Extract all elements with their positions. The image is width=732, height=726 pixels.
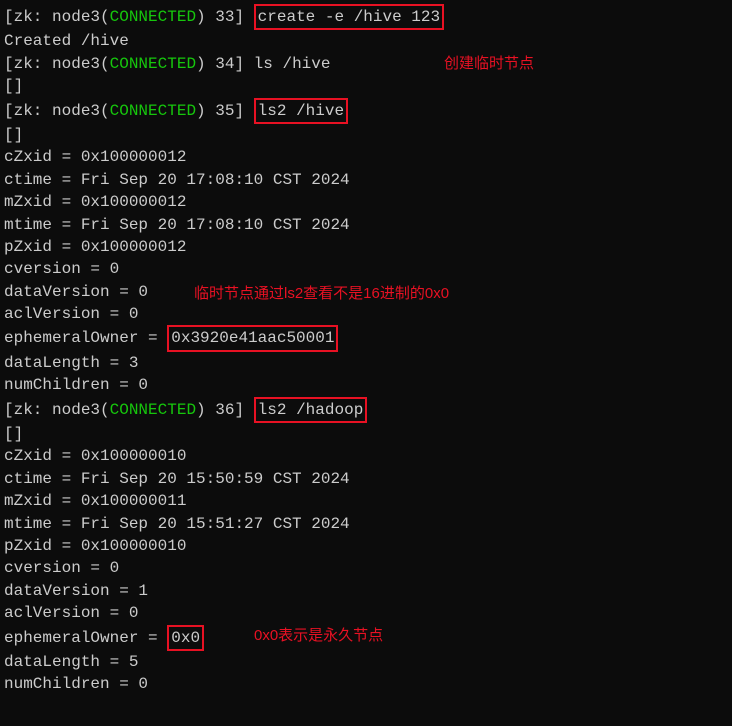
prompt-suffix: )	[196, 401, 215, 419]
prompt-prefix: [zk: node3(	[4, 8, 110, 26]
status: CONNECTED	[110, 8, 196, 26]
terminal-output: aclVersion = 0	[4, 303, 728, 325]
status: CONNECTED	[110, 102, 196, 120]
terminal-output: ephemeralOwner = 0x0 0x0表示是永久节点	[4, 625, 728, 651]
terminal-output: dataLength = 3	[4, 352, 728, 374]
terminal-output: cversion = 0	[4, 258, 728, 280]
terminal-output: []	[4, 124, 728, 146]
terminal-output: dataLength = 5	[4, 651, 728, 673]
terminal-line: [zk: node3(CONNECTED) 34] ls /hive 创建临时节点	[4, 53, 728, 75]
terminal-output: mtime = Fri Sep 20 17:08:10 CST 2024	[4, 214, 728, 236]
prompt-suffix: )	[196, 55, 215, 73]
highlighted-command: create -e /hive 123	[254, 4, 444, 30]
highlighted-command: ls2 /hadoop	[254, 397, 368, 423]
terminal-output: ephemeralOwner = 0x3920e41aac50001	[4, 325, 728, 351]
prompt-prefix: [zk: node3(	[4, 55, 110, 73]
terminal-output: cZxid = 0x100000010	[4, 445, 728, 467]
command: ls /hive	[244, 55, 330, 73]
terminal-output: numChildren = 0	[4, 374, 728, 396]
terminal-output: ctime = Fri Sep 20 17:08:10 CST 2024	[4, 169, 728, 191]
terminal-output: pZxid = 0x100000010	[4, 535, 728, 557]
annotation-permanent-node: 0x0表示是永久节点	[254, 625, 383, 646]
prompt-num: 34]	[215, 55, 244, 73]
terminal-output: mZxid = 0x100000011	[4, 490, 728, 512]
prompt-suffix: )	[196, 102, 215, 120]
terminal-output: cversion = 0	[4, 557, 728, 579]
prompt-num: 33]	[215, 8, 244, 26]
status: CONNECTED	[110, 55, 196, 73]
terminal-output: pZxid = 0x100000012	[4, 236, 728, 258]
terminal-output: []	[4, 75, 728, 97]
prompt-prefix: [zk: node3(	[4, 102, 110, 120]
terminal-output: []	[4, 423, 728, 445]
terminal-output: dataVersion = 0 临时节点通过ls2查看不是16进制的0x0	[4, 281, 728, 303]
prompt-num: 36]	[215, 401, 244, 419]
highlighted-value: 0x0	[167, 625, 204, 651]
terminal-output: mtime = Fri Sep 20 15:51:27 CST 2024	[4, 513, 728, 535]
status: CONNECTED	[110, 401, 196, 419]
output-text: dataVersion = 0	[4, 283, 148, 301]
terminal-output: numChildren = 0	[4, 673, 728, 695]
terminal-output: ctime = Fri Sep 20 15:50:59 CST 2024	[4, 468, 728, 490]
output-prefix: ephemeralOwner =	[4, 629, 167, 647]
terminal-line: [zk: node3(CONNECTED) 36] ls2 /hadoop	[4, 397, 728, 423]
output-prefix: ephemeralOwner =	[4, 329, 167, 347]
terminal-output: mZxid = 0x100000012	[4, 191, 728, 213]
annotation-ephemeral-create: 创建临时节点	[444, 53, 534, 74]
prompt-num: 35]	[215, 102, 244, 120]
terminal-output: Created /hive	[4, 30, 728, 52]
prompt-suffix: )	[196, 8, 215, 26]
terminal-output: aclVersion = 0	[4, 602, 728, 624]
highlighted-value: 0x3920e41aac50001	[167, 325, 338, 351]
terminal-line: [zk: node3(CONNECTED) 35] ls2 /hive	[4, 98, 728, 124]
annotation-ephemeral-ls2: 临时节点通过ls2查看不是16进制的0x0	[194, 283, 449, 304]
prompt-prefix: [zk: node3(	[4, 401, 110, 419]
terminal-output: cZxid = 0x100000012	[4, 146, 728, 168]
terminal-line: [zk: node3(CONNECTED) 33] create -e /hiv…	[4, 4, 728, 30]
terminal-output: dataVersion = 1	[4, 580, 728, 602]
highlighted-command: ls2 /hive	[254, 98, 348, 124]
